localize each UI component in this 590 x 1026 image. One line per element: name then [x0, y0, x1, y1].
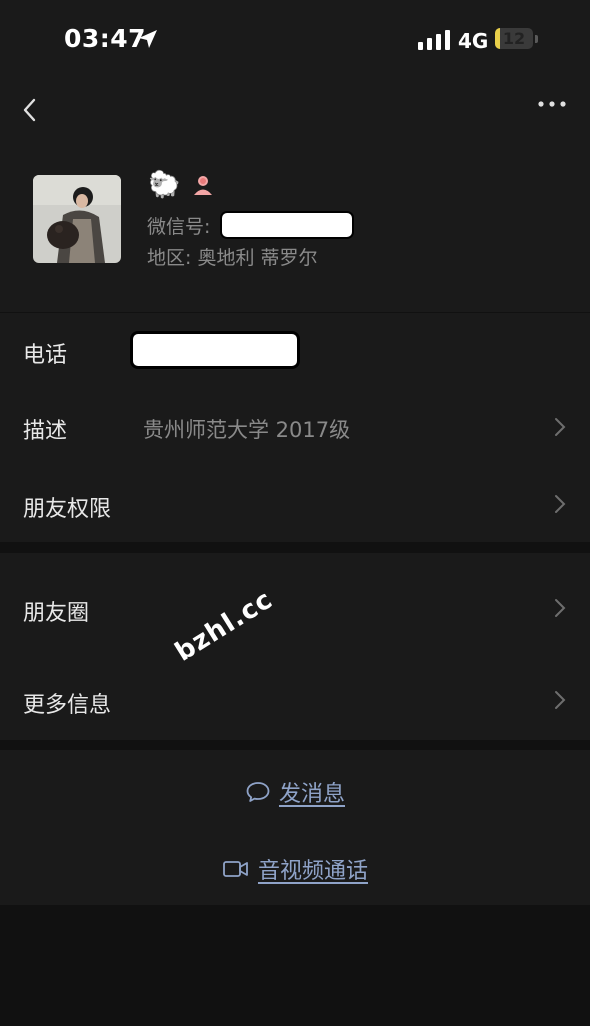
more-info-label: 更多信息 [23, 693, 112, 718]
female-icon [194, 176, 212, 195]
battery-level: 12 [502, 29, 526, 48]
send-message-label: 发消息 [278, 782, 345, 807]
nickname-emoji: 🐑 [148, 170, 181, 200]
permissions-label: 朋友权限 [23, 497, 112, 522]
chevron-right-icon [555, 599, 566, 617]
status-bar: 03:47 4G 12 [0, 0, 590, 80]
permissions-row[interactable]: 朋友权限 [0, 465, 590, 542]
actions-section: 发消息 音视频通话 [0, 750, 590, 905]
moments-label: 朋友圈 [23, 601, 90, 626]
chevron-right-icon [555, 495, 566, 513]
info-section: 电话 描述 贵州师范大学 2017级 朋友权限 [0, 313, 590, 542]
description-value: 贵州师范大学 2017级 [143, 418, 351, 442]
signal-bars-icon [418, 30, 450, 50]
avatar[interactable] [33, 175, 121, 263]
more-dots-icon[interactable] [532, 94, 572, 126]
chat-bubble-icon [246, 782, 270, 802]
chevron-right-icon [555, 691, 566, 709]
region-text: 地区: 奥地利 蒂罗尔 [147, 247, 318, 269]
nav-bar [0, 80, 590, 140]
chevron-left-icon[interactable] [16, 88, 46, 132]
status-time: 03:47 [64, 24, 147, 53]
chevron-right-icon [555, 418, 566, 436]
send-message-button[interactable]: 发消息 [0, 776, 590, 810]
network-type: 4G [458, 29, 489, 53]
battery-icon: 12 [495, 28, 533, 49]
moments-section: 朋友圈 更多信息 [0, 553, 590, 740]
description-label: 描述 [23, 419, 68, 444]
wechat-id-label: 微信号: [147, 216, 211, 238]
phone-row[interactable]: 电话 [0, 313, 590, 389]
moments-row[interactable]: 朋友圈 [0, 553, 590, 646]
profile-header: 🐑 微信号: 地区: 奥地利 蒂罗尔 [0, 140, 590, 312]
location-arrow-icon [139, 30, 157, 48]
battery-nub [535, 35, 538, 43]
more-info-row[interactable]: 更多信息 [0, 646, 590, 740]
description-row[interactable]: 描述 贵州师范大学 2017级 [0, 389, 590, 465]
av-call-label: 音视频通话 [257, 859, 368, 884]
phone-label: 电话 [23, 343, 68, 368]
wechat-id-redaction [222, 213, 352, 237]
av-call-button[interactable]: 音视频通话 [0, 853, 590, 886]
video-camera-icon [223, 861, 248, 877]
phone-redaction [133, 334, 297, 366]
